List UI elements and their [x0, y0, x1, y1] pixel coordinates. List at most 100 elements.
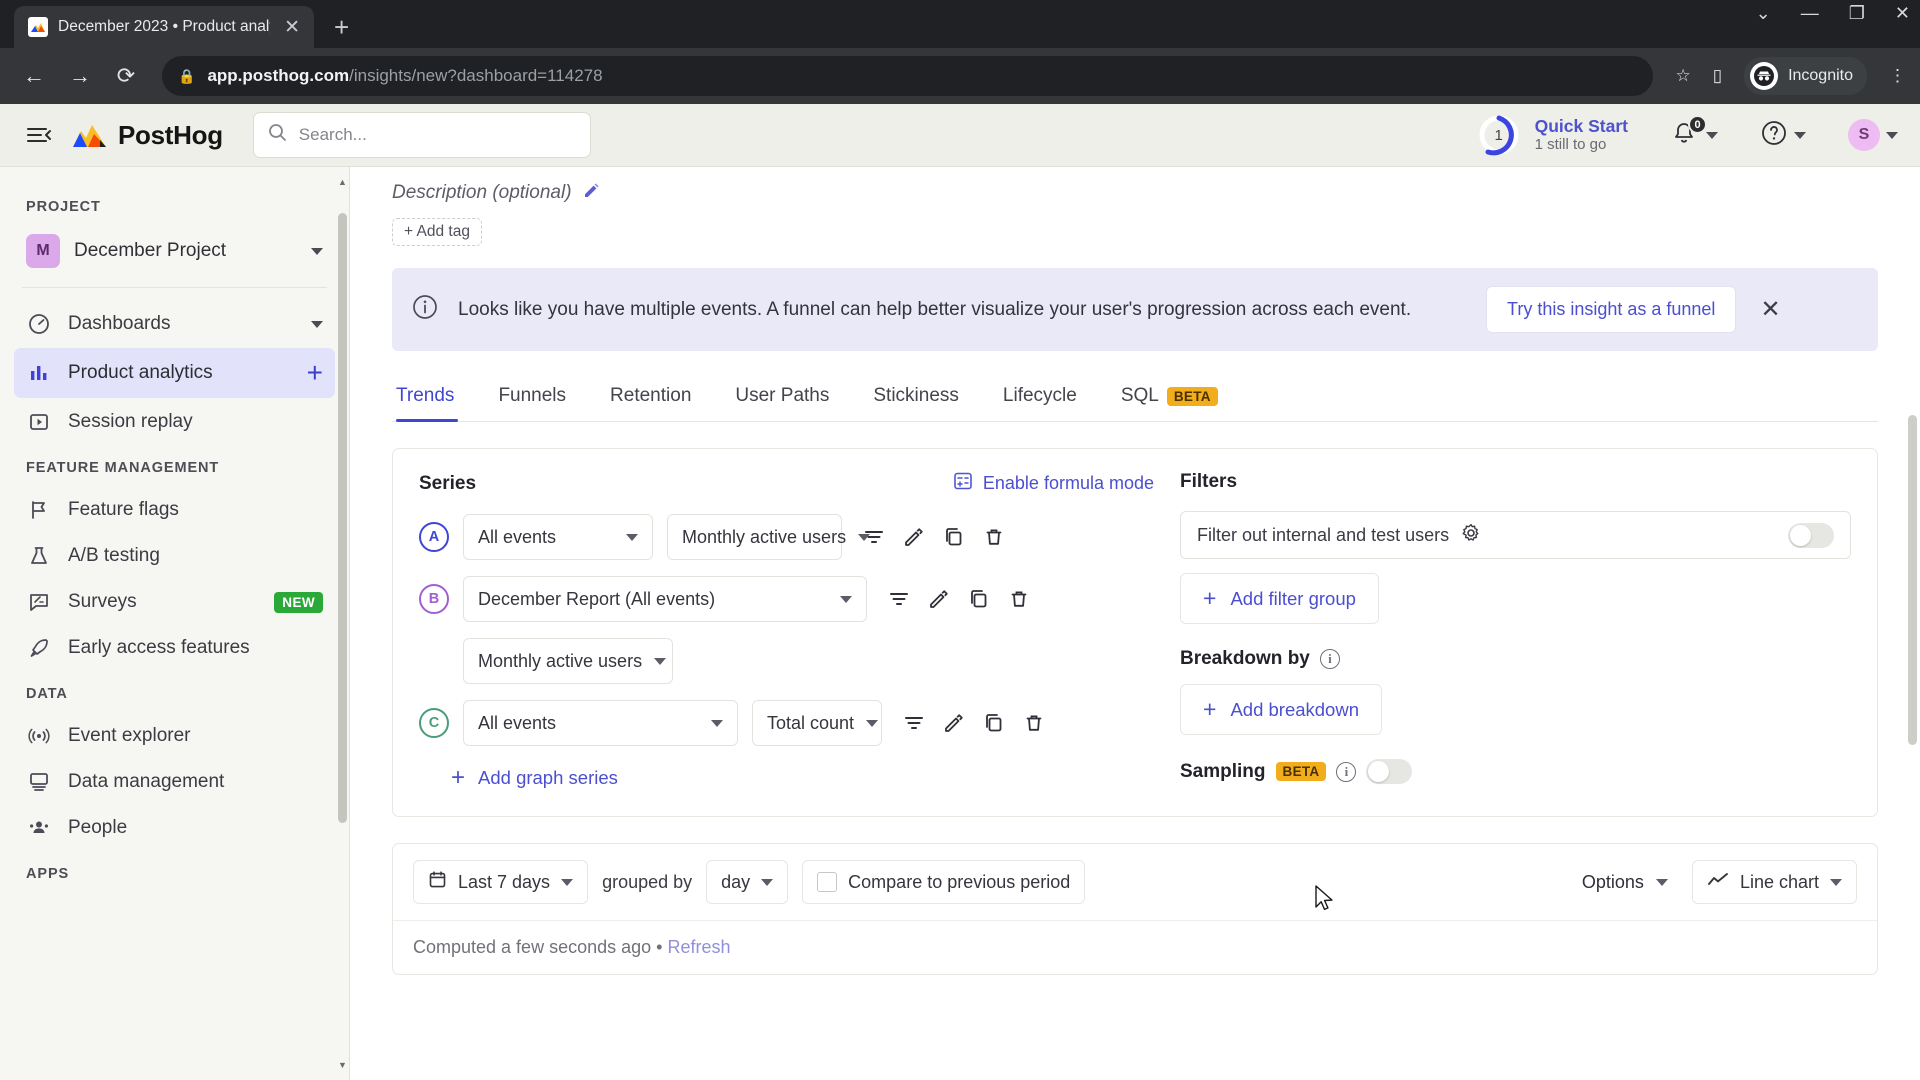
- tab-lifecycle[interactable]: Lifecycle: [981, 375, 1099, 421]
- edit-pencil-icon[interactable]: [582, 181, 600, 204]
- description-row[interactable]: Description (optional): [392, 167, 1878, 204]
- date-range-picker[interactable]: Last 7 days: [413, 860, 589, 904]
- delete-trash-icon[interactable]: [1022, 711, 1046, 735]
- sidebar-item-ab-testing[interactable]: A/B testing: [14, 534, 335, 578]
- sidebar-item-surveys[interactable]: Surveys NEW: [14, 580, 335, 624]
- refresh-button[interactable]: Refresh: [668, 937, 731, 957]
- sidebar-item-session-replay[interactable]: Session replay: [14, 400, 335, 444]
- tab-sql[interactable]: SQL BETA: [1099, 375, 1240, 421]
- series-math-select-a[interactable]: Monthly active users: [667, 514, 871, 560]
- sidebar-item-event-explorer[interactable]: Event explorer: [14, 714, 335, 758]
- edit-pencil-icon[interactable]: [902, 525, 926, 549]
- series-event-select-b[interactable]: December Report (All events): [463, 576, 867, 622]
- scroll-down-arrow-icon[interactable]: ▼: [338, 1060, 347, 1070]
- compare-previous-period-checkbox[interactable]: Compare to previous period: [802, 860, 1086, 904]
- enable-formula-mode-button[interactable]: Enable formula mode: [953, 471, 1154, 496]
- reload-icon[interactable]: ⟳: [106, 56, 146, 96]
- gear-icon[interactable]: [1461, 523, 1481, 548]
- internal-users-filter-row[interactable]: Filter out internal and test users: [1180, 511, 1851, 559]
- info-icon[interactable]: i: [1319, 649, 1340, 669]
- bookmark-star-icon[interactable]: ☆: [1675, 66, 1690, 86]
- add-graph-series-button[interactable]: + Add graph series: [451, 766, 1154, 790]
- project-switcher[interactable]: M December Project: [14, 225, 335, 277]
- incognito-profile-button[interactable]: Incognito: [1744, 57, 1867, 95]
- chevron-down-icon[interactable]: [311, 247, 323, 255]
- series-math-select-c[interactable]: Total count: [752, 700, 882, 746]
- banner-message: Looks like you have multiple events. A f…: [458, 298, 1412, 320]
- new-insight-plus-icon[interactable]: +: [307, 359, 323, 387]
- try-funnel-button[interactable]: Try this insight as a funnel: [1486, 286, 1737, 333]
- edit-pencil-icon[interactable]: [927, 587, 951, 611]
- sidebar-item-label: Feature flags: [68, 499, 179, 520]
- add-tag-button[interactable]: + Add tag: [392, 218, 482, 246]
- address-bar[interactable]: 🔒 app.posthog.com/insights/new?dashboard…: [162, 56, 1654, 96]
- chart-type-picker[interactable]: Line chart: [1691, 860, 1857, 904]
- help-circle-icon[interactable]: [1760, 119, 1788, 152]
- side-panel-icon[interactable]: ▯: [1713, 66, 1722, 86]
- main-scroll-thumb[interactable]: [1908, 415, 1917, 745]
- minimize-icon[interactable]: —: [1801, 4, 1819, 22]
- chevron-down-icon[interactable]: [1706, 131, 1718, 139]
- filter-icon[interactable]: [862, 525, 886, 549]
- back-icon[interactable]: ←: [14, 56, 54, 96]
- internal-users-toggle[interactable]: [1788, 522, 1834, 548]
- forward-icon[interactable]: →: [60, 56, 100, 96]
- checkbox-icon[interactable]: [817, 872, 838, 892]
- delete-trash-icon[interactable]: [982, 525, 1006, 549]
- scroll-up-arrow-icon[interactable]: ▲: [338, 177, 347, 187]
- chevron-down-icon[interactable]: [1794, 131, 1806, 139]
- sidebar-item-people[interactable]: People: [14, 806, 335, 850]
- duplicate-icon[interactable]: [982, 711, 1006, 735]
- quick-start-button[interactable]: 1 Quick Start 1 still to go: [1476, 112, 1628, 158]
- avatar[interactable]: S: [1848, 119, 1880, 151]
- sidebar-item-product-analytics[interactable]: Product analytics +: [14, 348, 335, 398]
- tab-user-paths[interactable]: User Paths: [713, 375, 851, 421]
- tab-search-chevron-icon[interactable]: ⌄: [1756, 4, 1771, 22]
- series-title: Series: [419, 472, 477, 494]
- help-group[interactable]: [1760, 119, 1806, 152]
- add-filter-group-button[interactable]: + Add filter group: [1180, 573, 1379, 624]
- url-path: /insights/new?dashboard=114278: [349, 66, 603, 85]
- filter-icon[interactable]: [887, 587, 911, 611]
- window-close-icon[interactable]: ✕: [1895, 4, 1910, 22]
- tab-stickiness[interactable]: Stickiness: [851, 375, 981, 421]
- series-event-select-c[interactable]: All events: [463, 700, 738, 746]
- edit-pencil-icon[interactable]: [942, 711, 966, 735]
- info-icon[interactable]: i: [1336, 761, 1357, 782]
- series-event-select-a[interactable]: All events: [463, 514, 653, 560]
- series-math-select-b[interactable]: Monthly active users: [463, 638, 673, 684]
- sidebar-toggle-icon[interactable]: [22, 125, 56, 145]
- series-letter-c: C: [419, 708, 449, 738]
- main-scrollbar[interactable]: [1908, 175, 1917, 1072]
- duplicate-icon[interactable]: [967, 587, 991, 611]
- delete-trash-icon[interactable]: [1007, 587, 1031, 611]
- duplicate-icon[interactable]: [942, 525, 966, 549]
- sidebar-item-early-access-features[interactable]: Early access features: [14, 626, 335, 670]
- sidebar-scrollbar[interactable]: ▲ ▼: [338, 177, 347, 1070]
- tab-retention[interactable]: Retention: [588, 375, 713, 421]
- account-group[interactable]: S: [1848, 119, 1898, 151]
- sidebar-scroll-thumb[interactable]: [338, 213, 347, 823]
- search-input[interactable]: Search...: [252, 112, 591, 158]
- sidebar-item-data-management[interactable]: Data management: [14, 760, 335, 804]
- sidebar-item-feature-flags[interactable]: Feature flags: [14, 488, 335, 532]
- interval-picker[interactable]: day: [706, 860, 789, 904]
- options-button[interactable]: Options: [1572, 872, 1678, 893]
- sidebar-item-dashboards[interactable]: Dashboards: [14, 302, 335, 346]
- new-tab-button[interactable]: +: [334, 14, 349, 40]
- sampling-toggle[interactable]: [1366, 759, 1413, 784]
- browser-tab[interactable]: December 2023 • Product analyt ✕: [14, 6, 314, 48]
- notifications-group[interactable]: 0: [1670, 115, 1718, 150]
- maximize-icon[interactable]: ❐: [1849, 4, 1865, 22]
- close-icon[interactable]: ✕: [1754, 295, 1786, 324]
- chevron-down-icon[interactable]: [311, 320, 323, 328]
- tab-close-icon[interactable]: ✕: [280, 18, 304, 37]
- add-breakdown-button[interactable]: + Add breakdown: [1180, 684, 1382, 735]
- posthog-logo[interactable]: PostHog: [72, 120, 223, 151]
- filter-icon[interactable]: [902, 711, 926, 735]
- tab-funnels[interactable]: Funnels: [476, 375, 588, 421]
- chevron-down-icon[interactable]: [1886, 131, 1898, 139]
- tab-trends[interactable]: Trends: [392, 375, 476, 422]
- browser-menu-icon[interactable]: ⋮: [1889, 66, 1906, 86]
- bell-icon[interactable]: 0: [1670, 115, 1707, 150]
